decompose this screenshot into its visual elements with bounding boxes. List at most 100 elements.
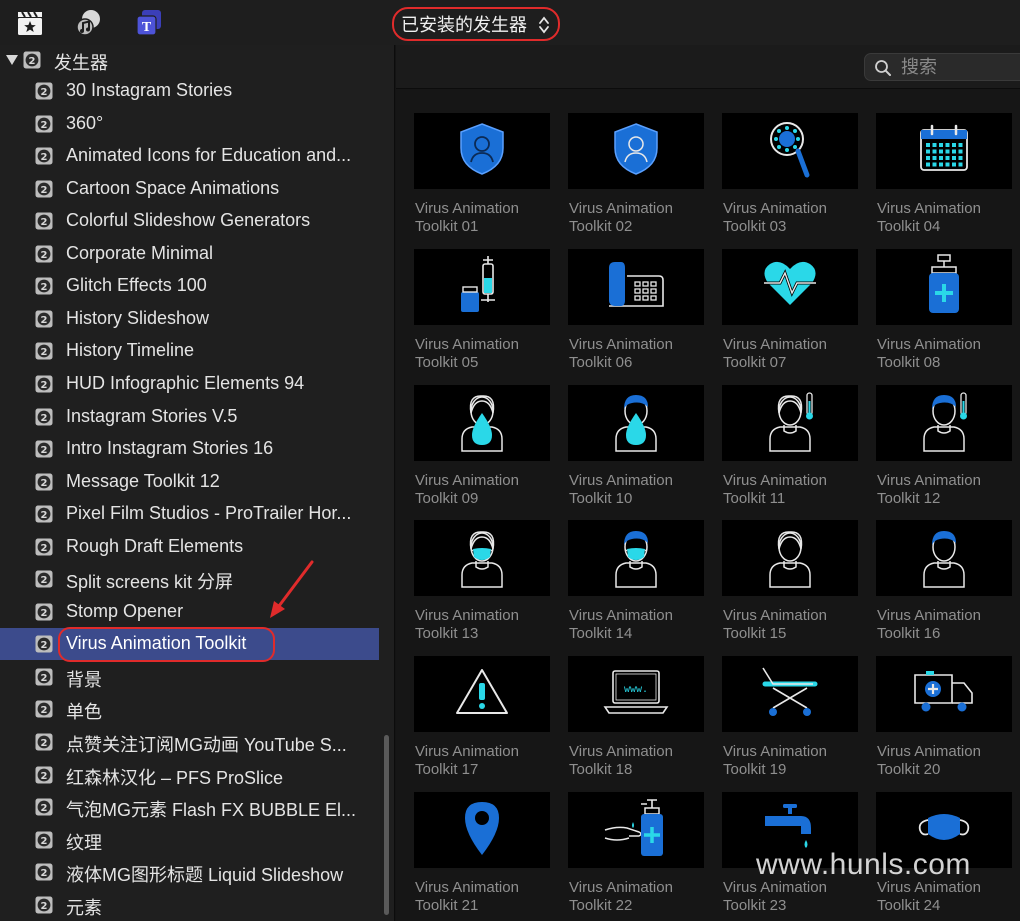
generator-source-select[interactable]: 已安装的发生器	[392, 7, 560, 41]
generator-thumbnail[interactable]	[568, 384, 704, 461]
generator-thumbnail[interactable]	[722, 248, 858, 325]
hand-sanitizer-icon	[603, 798, 669, 863]
sidebar-item[interactable]: 2 Instagram Stories V.5	[0, 401, 379, 433]
generator-thumbnail[interactable]	[876, 113, 1012, 189]
sidebar-item[interactable]: 2 Glitch Effects 100	[0, 270, 379, 302]
sidebar-item-label: Animated Icons for Education and...	[66, 145, 352, 166]
generator-thumbnail[interactable]	[568, 792, 704, 868]
generator-category-icon: 2	[35, 766, 53, 784]
generator-thumbnail[interactable]	[876, 384, 1012, 461]
sidebar-item[interactable]: 2 Message Toolkit 12	[0, 466, 379, 498]
generator-thumbnail[interactable]	[414, 656, 550, 733]
generator-thumbnail[interactable]	[414, 792, 550, 868]
generator-thumbnail[interactable]	[414, 520, 550, 597]
generator-thumbnail[interactable]	[414, 248, 550, 325]
sidebar-item[interactable]: 2 纹理	[0, 824, 379, 856]
sidebar-item[interactable]: 2 Colorful Slideshow Generators	[0, 205, 379, 237]
person-icon	[760, 523, 820, 594]
generator-thumbnail[interactable]	[722, 384, 858, 461]
disclosure-triangle-icon[interactable]	[6, 55, 18, 65]
sidebar-item-label: Stomp Opener	[66, 600, 184, 621]
generator-thumbnail[interactable]	[722, 792, 858, 868]
sidebar-item[interactable]: 2 红森林汉化 – PFS ProSlice	[0, 759, 379, 791]
music-photo-icon[interactable]	[74, 8, 104, 38]
generator-title-line1: Virus Animation	[877, 879, 981, 896]
sidebar-item[interactable]: 2 Rough Draft Elements	[0, 531, 379, 563]
sidebar-item[interactable]: 2 液体MG图形标题 Liquid Slideshow	[0, 856, 379, 888]
sidebar-item[interactable]: 2 Stomp Opener	[0, 596, 379, 628]
sidebar-item-selected[interactable]: 2 Virus Animation Toolkit	[0, 628, 379, 661]
generator-title-line1: Virus Animation	[723, 879, 827, 896]
sidebar-item[interactable]: 2 Animated Icons for Education and...	[0, 140, 379, 172]
search-field[interactable]	[864, 53, 1020, 81]
generator-category-icon: 2	[35, 896, 53, 914]
generator-title-line1: Virus Animation	[569, 471, 673, 489]
sidebar-item-label: 点赞关注订阅MG动画 YouTube S...	[66, 735, 347, 755]
sidebar-item[interactable]: 2 Cartoon Space Animations	[0, 173, 379, 205]
search-input[interactable]	[901, 56, 1020, 78]
sidebar-item-label: 纹理	[66, 832, 102, 853]
sanitizer-bottle-icon	[924, 253, 964, 320]
sidebar-item[interactable]: 2 History Timeline	[0, 335, 379, 367]
sidebar-item[interactable]: 2 Split screens kit 分屏	[0, 563, 379, 595]
generator-thumbnail[interactable]	[414, 384, 550, 461]
sidebar-item-label: 背景	[66, 669, 102, 690]
face-mask-icon	[914, 808, 974, 853]
svg-text:2: 2	[41, 836, 48, 847]
generator-title-line1: Virus Animation	[415, 879, 519, 896]
titles-generators-icon[interactable]: T	[134, 8, 164, 38]
generator-thumbnail[interactable]	[568, 113, 704, 189]
generator-thumbnail[interactable]	[876, 520, 1012, 597]
generator-thumbnail[interactable]: www.	[568, 656, 704, 733]
svg-text:2: 2	[41, 673, 48, 684]
svg-text:2: 2	[41, 478, 48, 489]
search-icon	[875, 60, 891, 76]
sidebar-scrollbar-thumb[interactable]	[384, 735, 389, 915]
svg-text:T: T	[142, 20, 152, 35]
generator-thumbnail[interactable]	[722, 113, 858, 189]
sidebar-item[interactable]: 2 单色	[0, 693, 379, 725]
toolbar: T 已安装的发生器	[0, 0, 1020, 45]
generator-title-line2: Toolkit 23	[723, 897, 787, 914]
sidebar-item[interactable]: 2 元素	[0, 889, 379, 921]
sidebar-item[interactable]: 2 Pixel Film Studios - ProTrailer Hor...	[0, 498, 379, 530]
sidebar-item[interactable]: 2 点赞关注订阅MG动画 YouTube S...	[0, 726, 379, 758]
generator-title-line1: Virus Animation	[723, 200, 827, 217]
warning-triangle-icon	[454, 667, 510, 722]
generator-category-icon: 2	[35, 798, 53, 816]
sidebar-item[interactable]: 2 30 Instagram Stories	[0, 75, 379, 107]
svg-text:2: 2	[41, 120, 48, 131]
sidebar-root-generators[interactable]: 2 发生器	[0, 45, 379, 75]
sidebar-item[interactable]: 2 360°	[0, 108, 379, 140]
clapperboard-star-icon[interactable]	[15, 8, 45, 38]
generator-thumbnail[interactable]	[414, 113, 550, 189]
sidebar-item[interactable]: 2 Intro Instagram Stories 16	[0, 433, 379, 465]
sidebar-item[interactable]: 2 背景	[0, 661, 379, 693]
generator-title-line2: Toolkit 09	[415, 489, 479, 507]
heart-pulse-icon	[762, 259, 818, 314]
sidebar-item-label: 红森林汉化 – PFS ProSlice	[66, 767, 284, 788]
sidebar-item[interactable]: 2 HUD Infographic Elements 94	[0, 368, 379, 400]
generator-category-icon: 2	[35, 603, 53, 621]
generator-thumbnail[interactable]	[722, 656, 858, 733]
sidebar-item[interactable]: 2 History Slideshow	[0, 303, 379, 335]
generator-thumbnail[interactable]	[876, 656, 1012, 733]
svg-text:2: 2	[41, 315, 48, 326]
sidebar-item[interactable]: 2 Corporate Minimal	[0, 238, 379, 270]
sidebar-item-label: 气泡MG元素 Flash FX BUBBLE El...	[66, 800, 357, 821]
sidebar-item[interactable]: 2 气泡MG元素 Flash FX BUBBLE El...	[0, 791, 379, 823]
svg-text:2: 2	[41, 87, 48, 98]
generator-thumbnail[interactable]	[568, 248, 704, 325]
generator-title-line2: Toolkit 11	[723, 489, 786, 507]
generator-thumbnail[interactable]	[876, 248, 1012, 325]
sidebar-item-label: History Slideshow	[66, 307, 210, 328]
generator-thumbnail[interactable]	[722, 520, 858, 597]
sidebar-item-label: Corporate Minimal	[66, 242, 214, 263]
svg-text:2: 2	[41, 738, 48, 749]
generator-thumbnail[interactable]	[876, 792, 1012, 868]
sidebar-item-label: Intro Instagram Stories 16	[66, 438, 274, 459]
sidebar-item-label: Colorful Slideshow Generators	[66, 210, 311, 231]
generator-thumbnail[interactable]	[568, 520, 704, 597]
generator-title-line2: Toolkit 18	[569, 761, 633, 779]
svg-text:2: 2	[41, 347, 48, 358]
